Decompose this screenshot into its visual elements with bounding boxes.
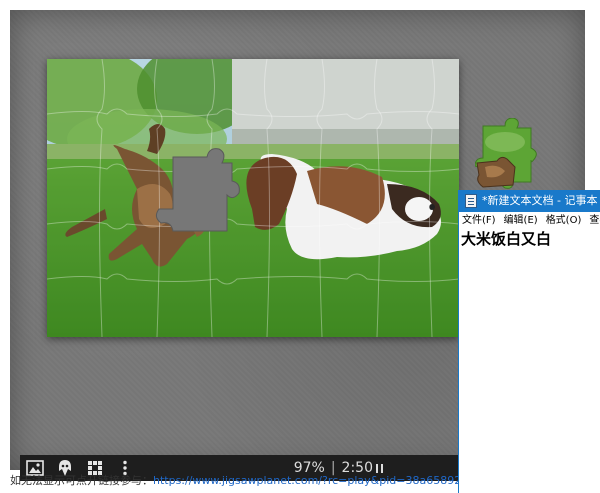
- notepad-window[interactable]: *新建文本文档 - 记事本 文件(F) 编辑(E) 格式(O) 查看 大米饭白又白: [458, 190, 600, 493]
- menu-file[interactable]: 文件(F): [462, 215, 496, 226]
- puzzle-image[interactable]: [47, 59, 459, 337]
- notepad-title: *新建文本文档 - 记事本: [482, 194, 598, 207]
- notepad-icon: [465, 194, 477, 208]
- footer-prefix: 如无法显示可点开链接参与：: [10, 474, 153, 487]
- notepad-titlebar[interactable]: *新建文本文档 - 记事本: [459, 190, 600, 212]
- menu-view[interactable]: 查看: [589, 215, 600, 226]
- notepad-text-area[interactable]: 大米饭白又白: [459, 230, 600, 248]
- notepad-menubar: 文件(F) 编辑(E) 格式(O) 查看: [459, 212, 600, 230]
- footer-note: 如无法显示可点开链接参与：https://www.jigsawplanet.co…: [10, 472, 458, 490]
- puzzle-picture: [47, 59, 459, 337]
- puzzle-link[interactable]: https://www.jigsawplanet.com/?rc=play&pi…: [153, 474, 458, 487]
- menu-format[interactable]: 格式(O): [546, 215, 582, 226]
- menu-edit[interactable]: 编辑(E): [504, 215, 538, 226]
- loose-puzzle-piece-cat[interactable]: [475, 155, 517, 190]
